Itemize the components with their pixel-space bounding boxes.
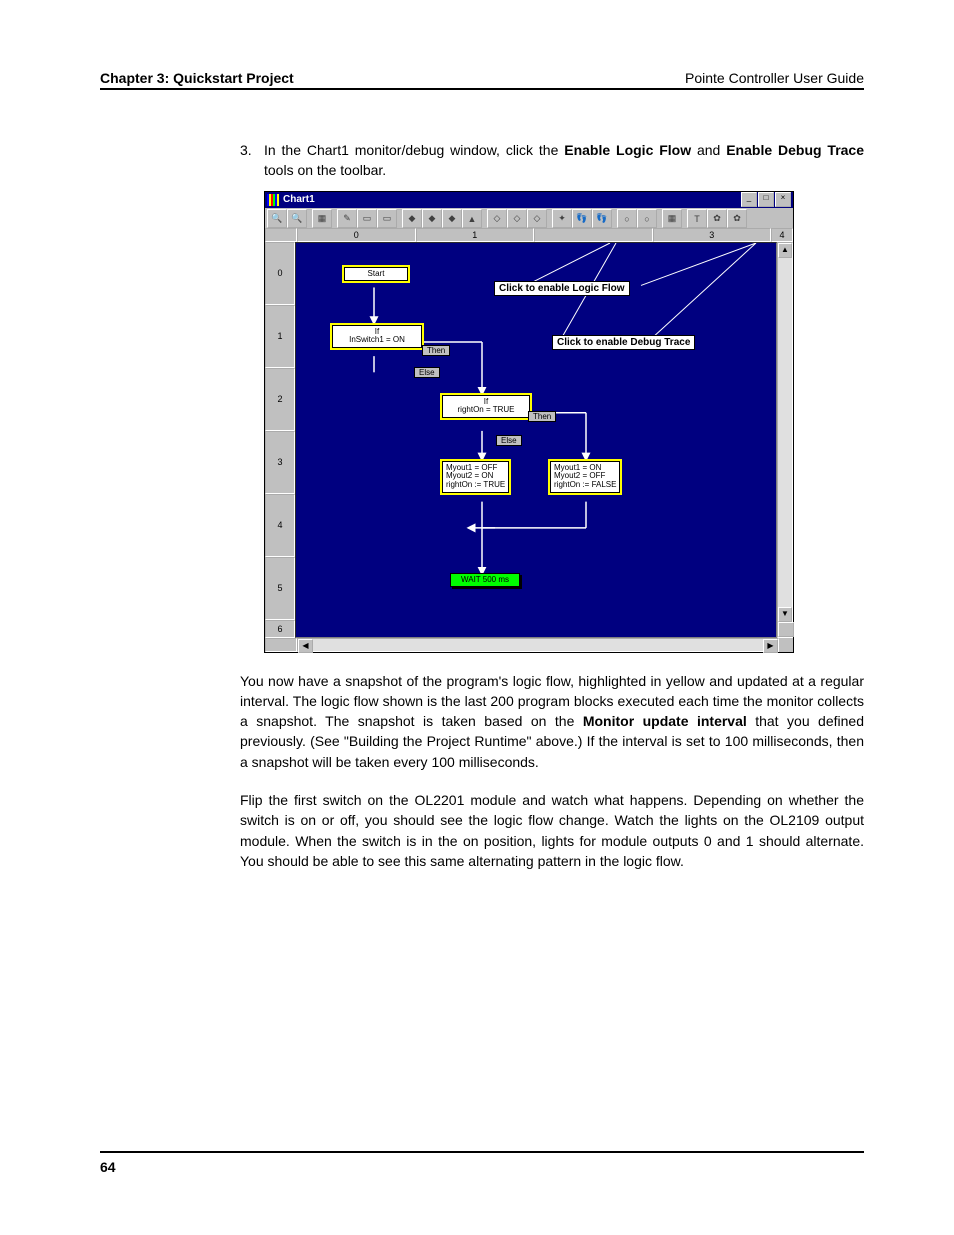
window-title: Chart1 xyxy=(283,194,740,205)
start-block[interactable]: Start xyxy=(344,267,408,282)
col-3: 3 xyxy=(653,228,772,242)
assign-right-block[interactable]: Myout1 = ON Myout2 = OFF rightOn := FALS… xyxy=(550,461,620,493)
scroll-right-icon[interactable]: ▶ xyxy=(763,639,778,653)
enable-debug-trace-button[interactable]: 👣 xyxy=(572,209,592,228)
callout-debug-trace: Click to enable Debug Trace xyxy=(552,335,695,350)
assign-left-block[interactable]: Myout1 = OFF Myout2 = ON rightOn := TRUE xyxy=(442,461,509,493)
toolbar-btn-17[interactable]: ○ xyxy=(617,209,637,228)
toolbar-btn-4[interactable]: ✎ xyxy=(337,209,357,228)
app-icon xyxy=(267,194,279,206)
step-3: 3. In the Chart1 monitor/debug window, c… xyxy=(240,140,864,181)
toolbar-btn-19[interactable]: ▦ xyxy=(662,209,682,228)
maximize-button[interactable]: □ xyxy=(758,192,774,207)
resize-grip[interactable] xyxy=(778,622,794,637)
flowchart-canvas[interactable]: Start If InSwitch1 = ON Then Else If rig… xyxy=(295,242,777,638)
toolbar-btn-18[interactable]: ○ xyxy=(637,209,657,228)
callout-logic-flow: Click to enable Logic Flow xyxy=(494,281,630,296)
row-1: 1 xyxy=(265,305,295,368)
row-0: 0 xyxy=(265,242,295,305)
row-2: 2 xyxy=(265,368,295,431)
toolbar-btn-9[interactable]: ◆ xyxy=(442,209,462,228)
paragraph-1: You now have a snapshot of the program's… xyxy=(240,671,864,772)
horizontal-scrollbar[interactable]: ◀ ▶ xyxy=(297,638,779,652)
minimize-button[interactable]: _ xyxy=(741,192,757,207)
chapter-title: Chapter 3: Quickstart Project xyxy=(100,70,294,86)
toolbar-btn-10[interactable]: ▲ xyxy=(462,209,482,228)
if-righton-block[interactable]: If rightOn = TRUE xyxy=(442,395,530,419)
toolbar-btn-8[interactable]: ◆ xyxy=(422,209,442,228)
guide-title: Pointe Controller User Guide xyxy=(685,70,864,86)
page-header: Chapter 3: Quickstart Project Pointe Con… xyxy=(100,70,864,90)
toolbar-btn-6[interactable]: ▭ xyxy=(377,209,397,228)
row-3: 3 xyxy=(265,431,295,494)
title-bar: Chart1 _ □ × xyxy=(265,192,793,208)
row-6: 6 xyxy=(265,620,295,638)
row-4: 4 xyxy=(265,494,295,557)
if-switch-block[interactable]: If InSwitch1 = ON xyxy=(332,325,422,349)
col-4: 4 xyxy=(771,228,793,242)
step-number: 3. xyxy=(240,140,264,181)
step-text: In the Chart1 monitor/debug window, clic… xyxy=(264,140,864,181)
close-button[interactable]: × xyxy=(775,192,791,207)
col-0: 0 xyxy=(297,228,416,242)
col-1: 1 xyxy=(416,228,535,242)
then-label-2: Then xyxy=(528,411,556,422)
page-number: 64 xyxy=(100,1151,864,1175)
toolbar-btn-16[interactable]: 👣 xyxy=(592,209,612,228)
toolbar-btn-20[interactable]: T xyxy=(687,209,707,228)
else-label-2: Else xyxy=(496,435,522,446)
toolbar-btn-5[interactable]: ▭ xyxy=(357,209,377,228)
toolbar-btn-7[interactable]: ◆ xyxy=(402,209,422,228)
toolbar-btn-3[interactable]: ▦ xyxy=(312,209,332,228)
row-5: 5 xyxy=(265,557,295,620)
scroll-up-icon[interactable]: ▲ xyxy=(778,243,792,258)
wait-block[interactable]: WAIT 500 ms xyxy=(450,573,520,588)
scroll-left-icon[interactable]: ◀ xyxy=(298,639,313,653)
toolbar-btn-13[interactable]: ◇ xyxy=(527,209,547,228)
zoom-out-icon[interactable]: 🔍 xyxy=(267,209,287,228)
else-label-1: Else xyxy=(414,367,440,378)
toolbar-btn-12[interactable]: ◇ xyxy=(507,209,527,228)
chart1-window: Chart1 _ □ × 🔍 🔍 ▦ ✎ ▭ ▭ ◆ ◆ ◆ xyxy=(264,191,794,653)
vertical-scrollbar[interactable]: ▲ ▼ xyxy=(777,242,793,638)
row-ruler: 0 1 2 3 4 5 6 xyxy=(265,242,295,638)
col-2 xyxy=(534,228,653,242)
zoom-in-icon[interactable]: 🔍 xyxy=(287,209,307,228)
toolbar-btn-21[interactable]: ✿ xyxy=(707,209,727,228)
toolbar-btn-11[interactable]: ◇ xyxy=(487,209,507,228)
column-ruler: 0 1 3 4 xyxy=(265,228,793,242)
scroll-down-icon[interactable]: ▼ xyxy=(778,607,792,622)
then-label-1: Then xyxy=(422,345,450,356)
paragraph-2: Flip the first switch on the OL2201 modu… xyxy=(240,790,864,871)
toolbar-btn-22[interactable]: ✿ xyxy=(727,209,747,228)
enable-logic-flow-button[interactable]: ✦ xyxy=(552,209,572,228)
